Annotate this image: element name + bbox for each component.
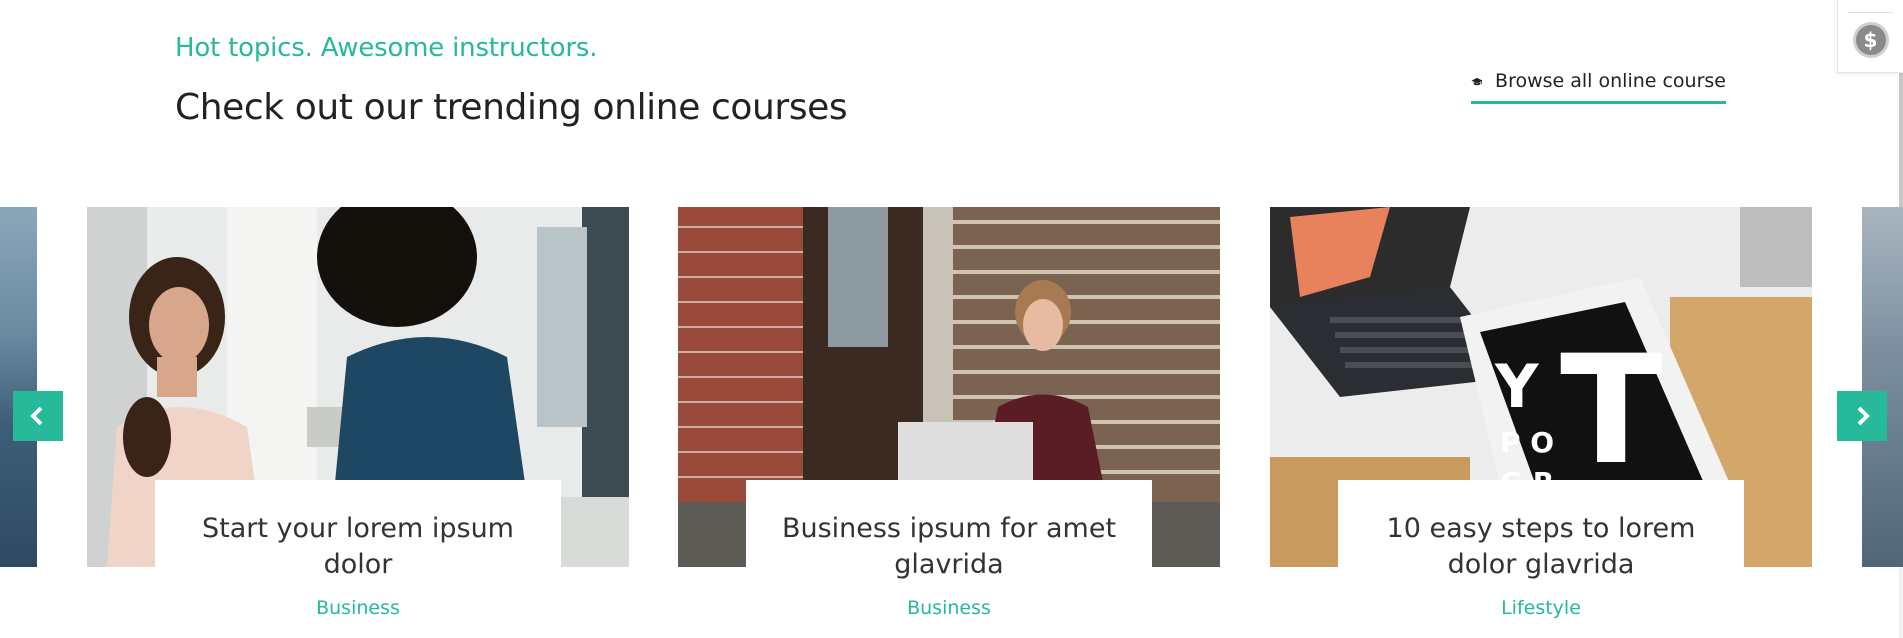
carousel-peek-next-card [1862, 207, 1903, 567]
carousel-peek-previous-card [0, 207, 37, 567]
carousel-prev-button[interactable] [13, 391, 63, 441]
graduation-cap-icon [1471, 77, 1483, 86]
section-title: Check out our trending online courses [175, 87, 848, 128]
course-card[interactable]: Business ipsum for amet glavrida Busines… [746, 480, 1152, 638]
svg-text:P O: P O [1500, 426, 1554, 459]
browse-all-courses-label: Browse all online course [1495, 70, 1726, 92]
section-subtitle: Hot topics. Awesome instructors. [175, 33, 598, 63]
currency-widget[interactable]: $ [1837, 0, 1903, 73]
svg-text:Y: Y [1494, 352, 1540, 422]
course-card[interactable]: Start your lorem ipsum dolor Business [155, 480, 561, 638]
dollar-coin-icon: $ [1852, 22, 1889, 58]
svg-text:T: T [1560, 324, 1662, 498]
course-category[interactable]: Lifestyle [1338, 597, 1744, 619]
course-card[interactable]: 10 easy steps to lorem dolor glavrida Li… [1338, 480, 1744, 638]
carousel-next-button[interactable] [1837, 391, 1887, 441]
course-title[interactable]: 10 easy steps to lorem dolor glavrida [1338, 511, 1744, 583]
course-category[interactable]: Business [746, 597, 1152, 619]
widget-divider [1848, 12, 1893, 13]
browse-all-courses-link[interactable]: Browse all online course [1471, 68, 1726, 104]
chevron-right-icon [1857, 406, 1870, 426]
chevron-left-icon [30, 406, 43, 426]
course-title[interactable]: Business ipsum for amet glavrida [746, 511, 1152, 583]
course-title[interactable]: Start your lorem ipsum dolor [155, 511, 561, 583]
course-category[interactable]: Business [155, 597, 561, 619]
